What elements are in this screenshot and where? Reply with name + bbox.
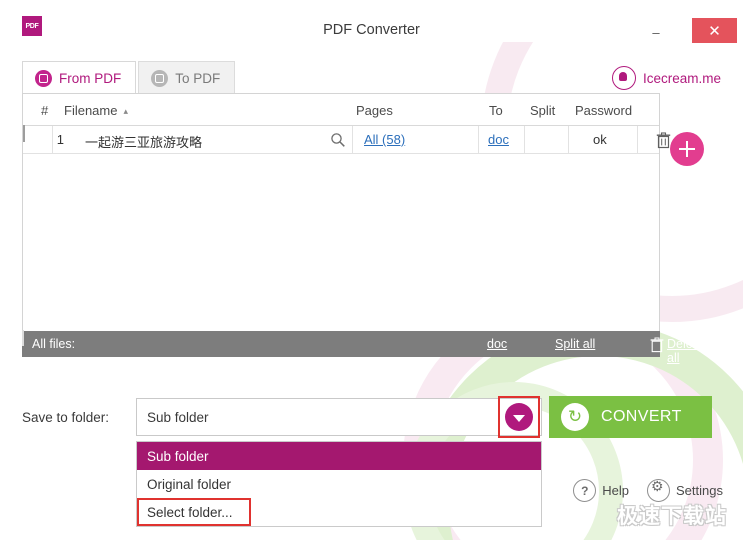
tab-to-pdf[interactable]: To PDF <box>138 61 236 94</box>
column-header-to: To <box>489 103 503 118</box>
divider <box>637 126 638 154</box>
delete-all-icon[interactable] <box>650 337 664 353</box>
footer-links: ? Help Settings <box>555 478 723 502</box>
all-files-label: All files: <box>32 337 76 351</box>
split-all-label[interactable]: Split all <box>555 337 595 351</box>
sort-ascending-icon: ▴ <box>123 106 128 116</box>
row-pages-link[interactable]: All (58) <box>364 132 405 147</box>
row-pages[interactable]: All (58) <box>364 132 405 147</box>
divider <box>568 126 569 154</box>
close-button[interactable]: ✕ <box>692 18 737 43</box>
tab-to-pdf-label: To PDF <box>175 70 221 86</box>
watermark: 极速下载站 <box>617 505 727 528</box>
from-pdf-icon <box>35 69 52 87</box>
split-all-checkbox[interactable] <box>22 330 24 346</box>
tab-strip: From PDF To PDF <box>22 61 237 94</box>
convert-button-label: CONVERT <box>601 408 682 425</box>
save-to-folder-field[interactable]: Sub folder <box>136 398 542 436</box>
all-files-bar: All files: doc Split all Delete all <box>22 330 703 365</box>
column-header-password: Password <box>575 103 633 118</box>
all-files-format-link[interactable]: doc <box>487 337 507 351</box>
title-bar: PDF PDF Converter – ✕ <box>0 0 743 44</box>
add-file-button[interactable] <box>670 132 704 166</box>
settings-button[interactable]: Settings <box>647 478 723 502</box>
gear-icon <box>647 478 671 502</box>
column-header-split: Split <box>530 103 556 118</box>
window-title: PDF Converter <box>323 22 420 38</box>
row-split-checkbox[interactable] <box>23 125 25 142</box>
divider <box>524 126 525 154</box>
row-password: ok <box>593 132 607 147</box>
brand-link[interactable]: Icecream.me <box>611 66 721 90</box>
column-header-filename[interactable]: Filename ▴ <box>64 103 128 118</box>
minimize-button[interactable]: – <box>643 20 669 44</box>
file-list-panel: # Filename ▴ Pages To Split Password 1 一起… <box>22 93 671 355</box>
table-header: # Filename ▴ Pages To Split Password <box>23 94 659 126</box>
help-button[interactable]: ? Help <box>573 479 629 502</box>
user-icon <box>611 66 636 90</box>
dropdown-option-select-folder[interactable]: Select folder... <box>137 498 541 526</box>
chevron-down-icon <box>505 403 533 431</box>
column-header-filename-label: Filename <box>64 103 118 118</box>
help-label: Help <box>602 483 630 498</box>
row-to[interactable]: doc <box>488 132 509 147</box>
row-delete-icon[interactable] <box>656 132 671 149</box>
row-index: 1 <box>56 132 64 147</box>
convert-button[interactable]: ↻ CONVERT <box>549 396 712 438</box>
delete-all-label[interactable]: Delete all <box>667 337 703 365</box>
save-to-folder-label: Save to folder: <box>22 410 110 425</box>
save-to-folder-value: Sub folder <box>147 410 209 425</box>
question-icon: ? <box>573 479 597 502</box>
row-to-link[interactable]: doc <box>488 132 509 147</box>
save-to-folder-dropdown-button[interactable] <box>500 398 538 436</box>
save-to-folder-dropdown-list[interactable]: Sub folder Original folder Select folder… <box>136 441 542 527</box>
column-header-num: # <box>41 103 49 118</box>
divider <box>478 126 479 154</box>
to-pdf-icon <box>151 69 169 87</box>
tab-from-pdf-label: From PDF <box>59 70 122 86</box>
table-row[interactable]: 1 一起游三亚旅游攻略 All (58) doc ok <box>23 125 671 154</box>
dropdown-option-sub-folder[interactable]: Sub folder <box>137 442 541 470</box>
magnifier-icon[interactable] <box>330 132 346 148</box>
row-filename: 一起游三亚旅游攻略 <box>85 135 203 150</box>
pdf-converter-window: PDF PDF Converter – ✕ From PDF To PDF Ic… <box>0 0 743 540</box>
brand-label: Icecream.me <box>642 70 721 86</box>
tab-from-pdf[interactable]: From PDF <box>22 61 137 94</box>
divider <box>352 126 353 154</box>
settings-label: Settings <box>676 483 723 498</box>
refresh-icon: ↻ <box>561 403 589 431</box>
divider <box>52 126 53 154</box>
dropdown-option-original-folder[interactable]: Original folder <box>137 470 541 498</box>
column-header-pages: Pages <box>356 103 393 118</box>
